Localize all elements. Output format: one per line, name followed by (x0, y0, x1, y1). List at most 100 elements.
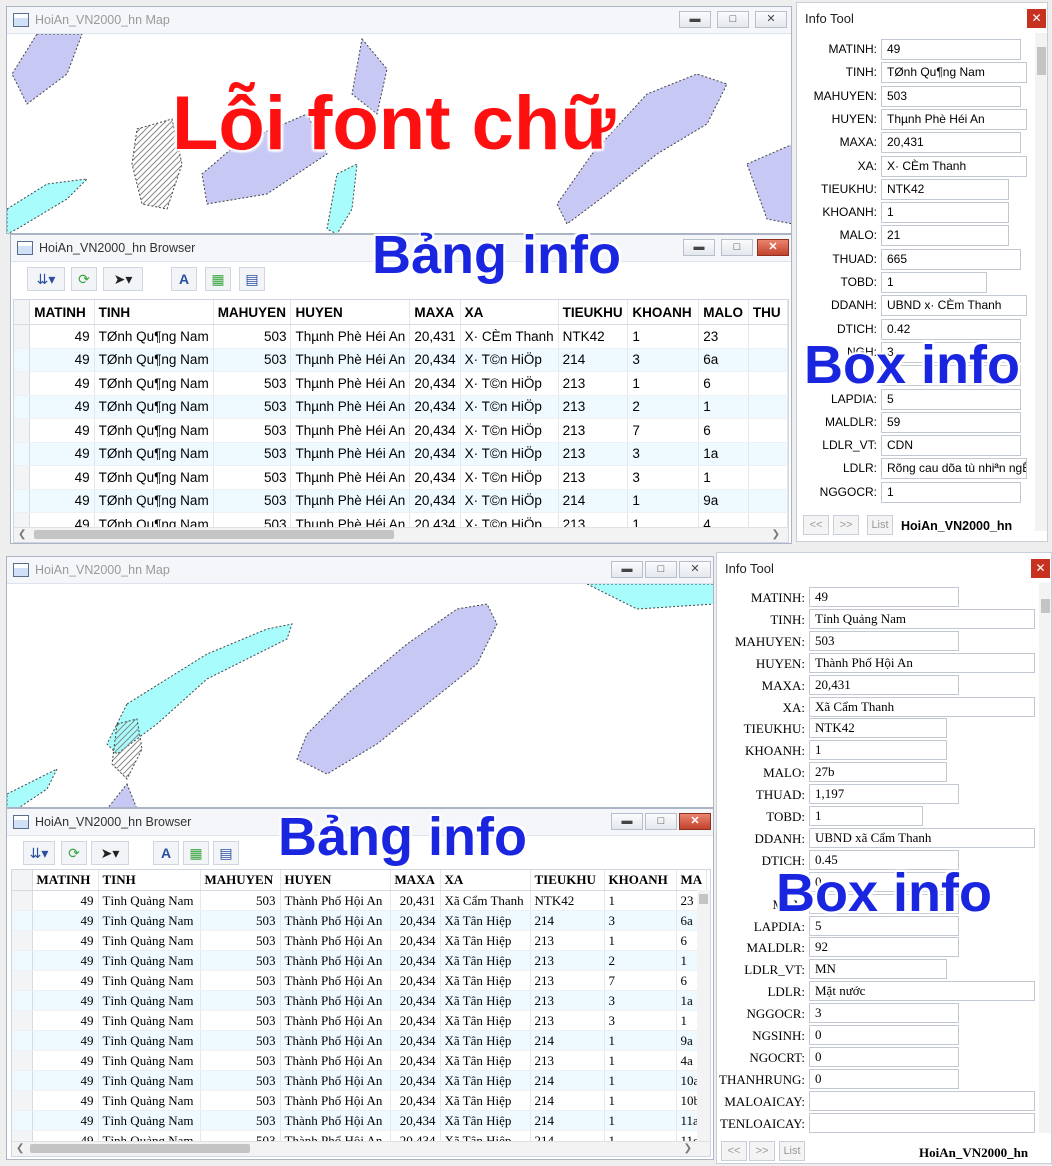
top-data-grid[interactable]: MATINH TINH MAHUYEN HUYEN MAXA XA TIEUKHU KHOAN… (13, 299, 789, 543)
table-row[interactable]: 49 TØnh Qu¶ng Nam 503 Thµnh Phè Héi An 20,43… (14, 371, 788, 396)
table-cell[interactable]: 213 (530, 1010, 605, 1031)
table-cell[interactable]: X· T©n HiÖp (460, 371, 559, 396)
table-cell[interactable]: Tỉnh Quảng Nam (98, 1030, 201, 1051)
table-cell[interactable]: 3 (604, 990, 677, 1011)
table-cell[interactable]: TØnh Qu¶ng Nam (94, 324, 214, 349)
table-cell[interactable]: 213 (558, 418, 629, 443)
column-header[interactable]: KHOANH (604, 870, 677, 891)
table-cell[interactable]: 20,434 (390, 1090, 441, 1111)
columns-icon[interactable]: ▤ (213, 841, 239, 865)
table-cell[interactable]: 503 (213, 465, 292, 490)
prev-record-button[interactable]: << (721, 1141, 747, 1161)
field-value[interactable]: 27b (809, 762, 947, 783)
add-table-icon[interactable]: ▦ (183, 841, 209, 865)
table-cell[interactable]: 49 (29, 324, 95, 349)
table-cell[interactable]: 20,434 (390, 1010, 441, 1031)
table-cell[interactable]: Thµnh Phè Héi An (290, 489, 411, 513)
table-cell[interactable]: 213 (530, 1050, 605, 1071)
close-button[interactable]: ✕ (757, 239, 789, 256)
table-cell[interactable]: 503 (200, 930, 281, 951)
table-cell[interactable]: Xã Tân Hiệp (440, 1030, 531, 1051)
table-cell[interactable]: 1 (604, 1050, 677, 1071)
table-cell[interactable]: 49 (32, 1090, 99, 1111)
row-selector[interactable] (12, 910, 33, 931)
column-header[interactable]: HUYEN (290, 300, 411, 325)
column-header[interactable]: MAHUYEN (200, 870, 281, 891)
field-value[interactable]: Thành Phố Hội An (809, 652, 1035, 673)
scroll-left-icon[interactable]: ❮ (18, 528, 26, 542)
bottom-map-canvas[interactable] (7, 583, 713, 807)
table-cell[interactable] (748, 324, 788, 349)
table-cell[interactable]: 214 (558, 489, 629, 513)
table-cell[interactable]: NTK42 (530, 890, 605, 911)
bottom-browser-titlebar[interactable]: HoiAn_VN2000_hn Browser ▬ □ ✕ (7, 809, 713, 836)
table-row[interactable]: 49 Tỉnh Quảng Nam 503 Thành Phố Hội An 20,43… (12, 970, 708, 991)
field-value[interactable]: 503 (881, 85, 1021, 107)
select-pointer-icon[interactable]: ➤▾ (103, 267, 143, 291)
table-cell[interactable]: 1 (604, 890, 677, 911)
field-value[interactable]: 49 (809, 587, 959, 607)
field-value[interactable] (809, 1112, 1035, 1133)
column-header[interactable]: MATINH (29, 300, 95, 325)
table-cell[interactable]: 49 (32, 1070, 99, 1091)
table-cell[interactable]: Thµnh Phè Héi An (290, 324, 411, 349)
column-header[interactable]: MAXA (409, 300, 461, 325)
field-value[interactable]: UBND x· CÈm Thanh (881, 295, 1027, 317)
table-cell[interactable]: 3 (627, 348, 700, 372)
table-cell[interactable]: Thµnh Phè Héi An (290, 395, 411, 419)
field-value[interactable]: 0 (809, 1025, 959, 1045)
table-cell[interactable]: TØnh Qu¶ng Nam (94, 489, 214, 513)
field-value[interactable]: 92 (809, 937, 959, 958)
font-style-icon[interactable]: A (171, 267, 197, 291)
table-cell[interactable]: 1 (627, 324, 700, 349)
table-cell[interactable]: 20,434 (390, 1030, 441, 1051)
field-value[interactable]: UBND xã Cẩm Thanh (809, 827, 1035, 848)
table-row[interactable]: 49 TØnh Qu¶ng Nam 503 Thµnh Phè Héi An 20,43… (14, 442, 788, 466)
table-cell[interactable]: Xã Tân Hiệp (440, 950, 531, 971)
close-button[interactable]: ✕ (755, 11, 787, 28)
table-cell[interactable]: 49 (32, 1030, 99, 1051)
table-cell[interactable]: TØnh Qu¶ng Nam (94, 348, 214, 372)
table-cell[interactable]: 503 (213, 395, 292, 419)
table-cell[interactable]: NTK42 (558, 324, 629, 349)
table-cell[interactable]: 1 (698, 465, 749, 490)
table-cell[interactable]: Tỉnh Quảng Nam (98, 950, 201, 971)
add-table-icon[interactable]: ▦ (205, 267, 231, 291)
table-row[interactable]: 49 Tỉnh Quảng Nam 503 Thành Phố Hội An 20,43… (12, 990, 708, 1011)
table-cell[interactable]: 20,434 (390, 910, 441, 931)
table-cell[interactable]: Xã Tân Hiệp (440, 1110, 531, 1131)
field-value[interactable]: Mặt nước (809, 981, 1035, 1002)
table-cell[interactable]: 503 (213, 371, 292, 396)
row-selector[interactable] (14, 348, 31, 372)
table-cell[interactable]: 20,434 (409, 418, 461, 443)
field-value[interactable]: 503 (809, 630, 959, 651)
table-cell[interactable]: 213 (558, 371, 629, 396)
row-selector[interactable] (12, 1050, 33, 1071)
top-map-canvas[interactable] (7, 33, 791, 233)
table-cell[interactable]: Thành Phố Hội An (280, 930, 391, 951)
column-header[interactable]: MA (676, 870, 708, 891)
font-style-icon[interactable]: A (153, 841, 179, 865)
row-selector[interactable] (12, 970, 33, 991)
table-cell[interactable]: TØnh Qu¶ng Nam (94, 395, 214, 419)
table-cell[interactable]: 49 (32, 1010, 99, 1031)
table-row[interactable]: 49 TØnh Qu¶ng Nam 503 Thµnh Phè Héi An 20,43… (14, 489, 788, 513)
table-cell[interactable]: Thµnh Phè Héi An (290, 371, 411, 396)
table-cell[interactable]: 214 (530, 1070, 605, 1091)
field-value[interactable]: 3 (809, 1003, 959, 1024)
table-cell[interactable]: TØnh Qu¶ng Nam (94, 371, 214, 396)
info-vscroll[interactable] (1035, 33, 1047, 531)
table-cell[interactable]: 20,434 (390, 950, 441, 971)
field-value[interactable]: 5 (881, 388, 1021, 410)
grid-vscroll[interactable] (697, 890, 710, 1142)
field-value[interactable]: 1 (809, 740, 947, 761)
table-cell[interactable] (748, 371, 788, 396)
table-cell[interactable]: Tỉnh Quảng Nam (98, 970, 201, 991)
table-cell[interactable]: Xã Tân Hiệp (440, 910, 531, 931)
table-cell[interactable] (748, 465, 788, 490)
field-value[interactable]: Rõng cau dõa tù nhiªn ngËp (881, 458, 1027, 480)
column-header[interactable]: HUYEN (280, 870, 391, 891)
field-value[interactable]: 665 (881, 248, 1021, 270)
top-grid-hscroll[interactable]: ❮ ❯ (14, 527, 788, 542)
table-cell[interactable]: 1 (604, 1090, 677, 1111)
